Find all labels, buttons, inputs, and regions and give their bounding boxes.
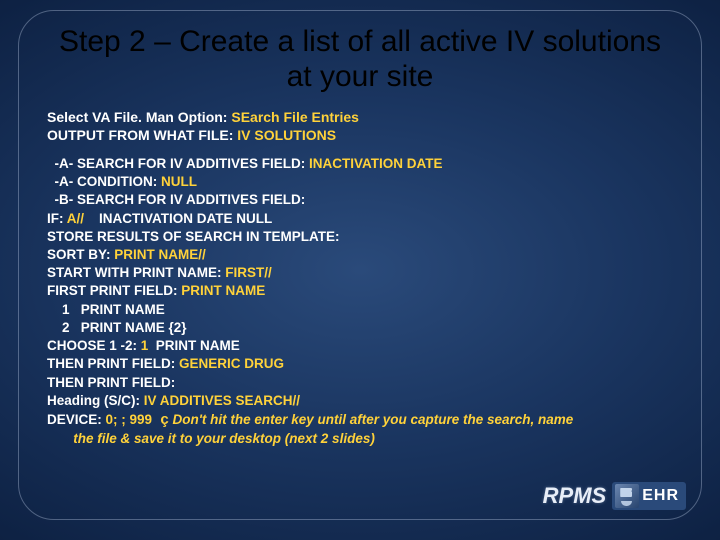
input-then-1: GENERIC DRUG <box>179 356 284 371</box>
prompt-then-1: THEN PRINT FIELD: <box>47 356 179 371</box>
choice-1: 1 PRINT NAME <box>47 302 165 317</box>
echo-choose: PRINT NAME <box>148 338 240 353</box>
note-line-2: the file & save it to your desktop (next… <box>47 431 375 446</box>
prompt-store: STORE RESULTS OF SEARCH IN TEMPLATE: <box>47 229 340 244</box>
choice-2: 2 PRINT NAME {2} <box>47 320 187 335</box>
input-first-field: PRINT NAME <box>181 283 265 298</box>
terminal-block: -A- SEARCH FOR IV ADDITIVES FIELD: INACT… <box>47 155 673 449</box>
slide-title: Step 2 – Create a list of all active IV … <box>59 25 661 94</box>
prompt-select-option: Select VA File. Man Option: <box>47 109 231 125</box>
slide: Step 2 – Create a list of all active IV … <box>0 0 720 540</box>
input-a-cond: NULL <box>161 174 197 189</box>
input-device: 0; ; 999 <box>106 412 153 427</box>
prompt-sort: SORT BY: <box>47 247 114 262</box>
ehr-icon <box>615 484 639 508</box>
arrow-icon: ç <box>152 411 169 428</box>
prompt-then-2: THEN PRINT FIELD: <box>47 375 175 390</box>
prompt-a-cond: -A- CONDITION: <box>47 174 161 189</box>
echo-if: INACTIVATION DATE NULL <box>84 211 272 226</box>
ehr-badge: EHR <box>612 482 686 510</box>
input-output-file: IV SOLUTIONS <box>237 127 336 143</box>
input-sort: PRINT NAME// <box>114 247 206 262</box>
prompt-first-field: FIRST PRINT FIELD: <box>47 283 181 298</box>
rpms-logo: RPMS <box>543 483 607 509</box>
input-a-field: INACTIVATION DATE <box>309 156 443 171</box>
logo-group: RPMS EHR <box>543 482 686 510</box>
prompt-choose: CHOOSE 1 -2: <box>47 338 141 353</box>
prompt-start: START WITH PRINT NAME: <box>47 265 225 280</box>
prompt-heading: Heading (S/C): <box>47 393 144 408</box>
input-select-option: SEarch File Entries <box>231 109 359 125</box>
input-heading: IV ADDITIVES SEARCH// <box>144 393 300 408</box>
ehr-text: EHR <box>640 487 683 505</box>
prompt-device: DEVICE: <box>47 412 106 427</box>
prompt-if: IF: <box>47 211 67 226</box>
input-start: FIRST// <box>225 265 272 280</box>
slide-body: Select VA File. Man Option: SEarch File … <box>47 108 673 448</box>
prompt-a-field: -A- SEARCH FOR IV ADDITIVES FIELD: <box>47 156 309 171</box>
rounded-frame: Step 2 – Create a list of all active IV … <box>18 10 702 520</box>
prompt-b-field: -B- SEARCH FOR IV ADDITIVES FIELD: <box>47 192 305 207</box>
input-if: A// <box>67 211 84 226</box>
prompt-output-file: OUTPUT FROM WHAT FILE: <box>47 127 237 143</box>
note-line-1: Don't hit the enter key until after you … <box>169 412 574 427</box>
